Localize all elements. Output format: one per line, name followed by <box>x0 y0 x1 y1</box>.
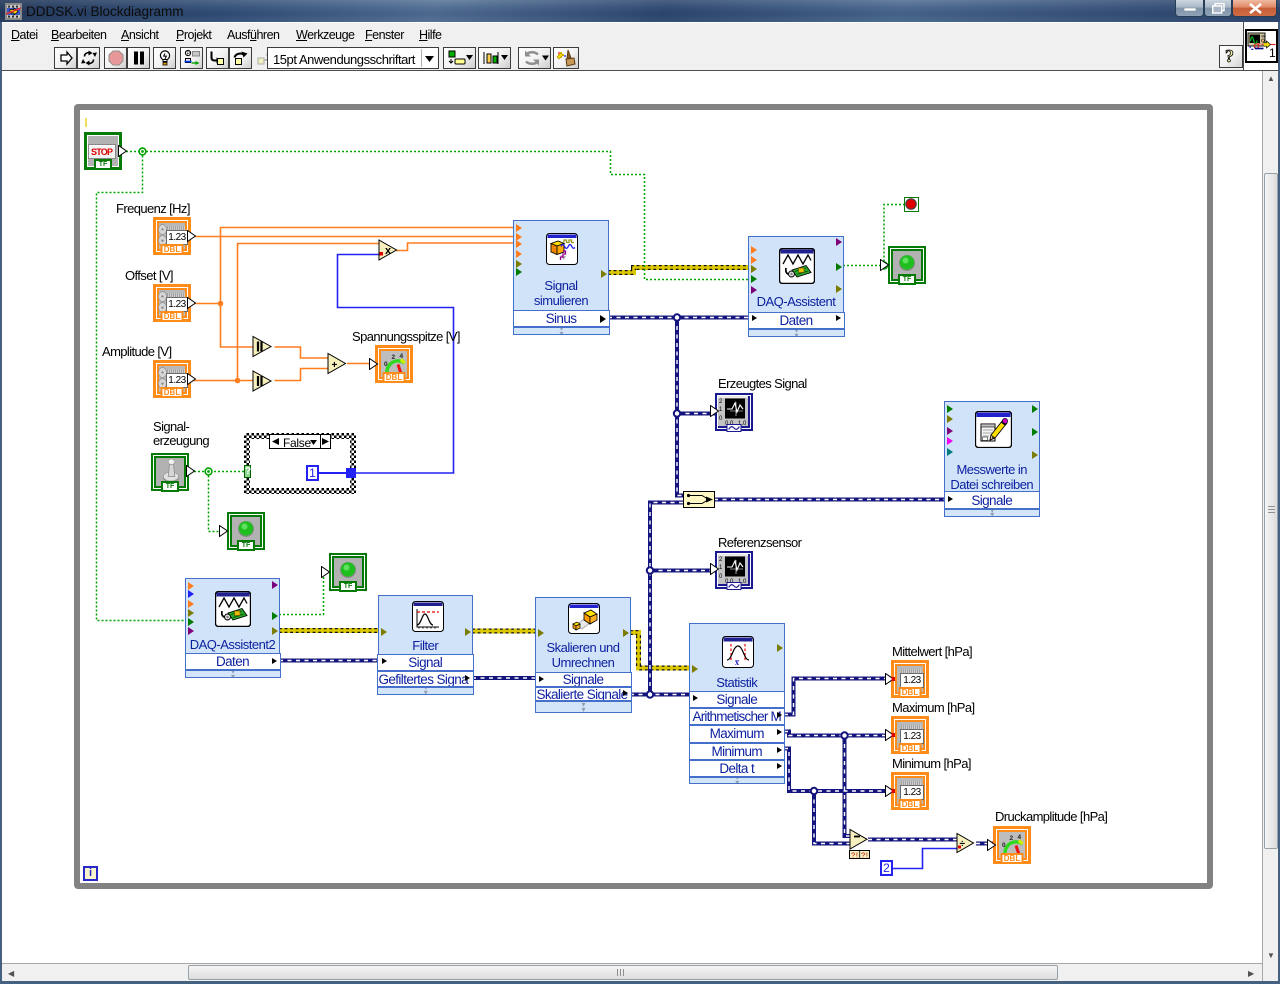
svg-text:4: 4 <box>400 353 404 360</box>
svg-text:0: 0 <box>1002 842 1006 849</box>
svg-text:2: 2 <box>392 354 396 361</box>
svg-text:x: x <box>385 245 392 257</box>
svg-text:4: 4 <box>1018 834 1022 841</box>
svg-text:?!: ?! <box>851 850 858 859</box>
svg-text:2: 2 <box>1010 835 1014 842</box>
svg-text:STOP: STOP <box>91 147 113 157</box>
svg-text:+: + <box>332 360 338 371</box>
svg-text:?!: ?! <box>861 850 868 859</box>
svg-text:0: 0 <box>384 361 388 368</box>
